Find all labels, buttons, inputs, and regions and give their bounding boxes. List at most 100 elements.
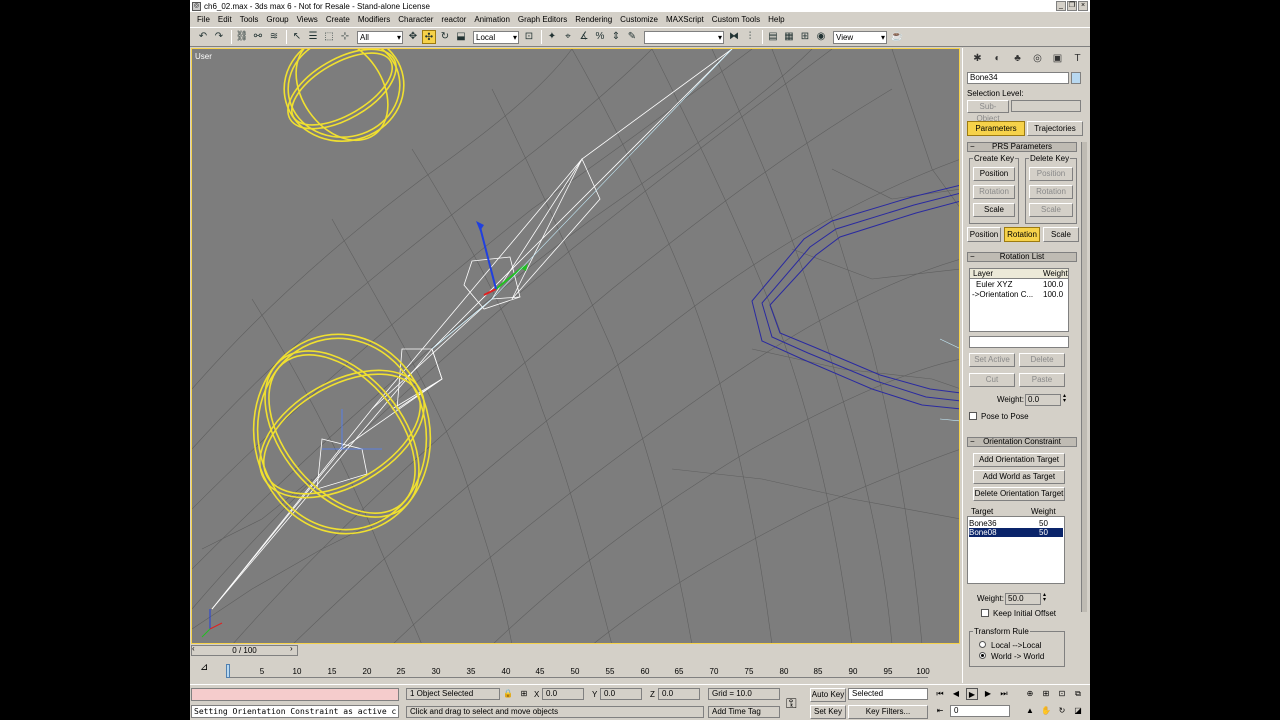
maxscript-prompt-line[interactable]: Setting Orientation Constraint as active… [191, 705, 399, 718]
command-panel-scrollbar[interactable] [1081, 142, 1087, 612]
percent-snap-icon[interactable]: % [593, 30, 607, 44]
x-coordinate-field[interactable]: 0.0 [542, 688, 584, 700]
restore-button[interactable]: ❐ [1067, 1, 1077, 11]
goto-start-icon[interactable]: ⏮ [934, 688, 946, 700]
menu-character[interactable]: Character [394, 15, 437, 24]
current-frame-field[interactable]: 0 [950, 705, 1010, 717]
object-color-swatch[interactable] [1071, 72, 1081, 84]
parameters-tab-button[interactable]: Parameters [967, 121, 1025, 136]
menu-group[interactable]: Group [262, 15, 292, 24]
auto-key-button[interactable]: Auto Key [810, 688, 846, 702]
selection-filter-dropdown[interactable]: All [357, 30, 403, 44]
menu-file[interactable]: File [193, 15, 214, 24]
slider-prev-icon[interactable]: ‹ [192, 644, 195, 653]
select-manipulate-icon[interactable]: ✦ [545, 30, 559, 44]
rotation-list-box[interactable]: Layer Weight Euler XYZ 100.0 ->Orientati… [969, 268, 1069, 332]
zoom-extents-icon[interactable]: ⊡ [1056, 688, 1068, 700]
current-frame-marker[interactable] [226, 664, 230, 678]
rotation-list-rollout[interactable]: Rotation List [967, 252, 1077, 262]
layer-manager-icon[interactable]: ▤ [766, 30, 780, 44]
named-selection-icon[interactable]: ✎ [625, 30, 639, 44]
next-frame-icon[interactable]: ▶ [982, 688, 994, 700]
menu-help[interactable]: Help [764, 15, 788, 24]
motion-tab-icon[interactable]: ◎ [1029, 51, 1046, 67]
layer-row-name[interactable]: ->Orientation C... [972, 290, 1033, 299]
layer-row-name[interactable]: Euler XYZ [976, 280, 1012, 289]
close-button[interactable]: × [1078, 1, 1088, 11]
position-subpanel-button[interactable]: Position [967, 227, 1001, 242]
add-orientation-target-button[interactable]: Add Orientation Target [973, 453, 1065, 467]
target-row[interactable]: Bone36 50 [969, 519, 1063, 528]
create-rotation-key-button[interactable]: Rotation [973, 185, 1015, 199]
delete-scale-key-button[interactable]: Scale [1029, 203, 1073, 217]
previous-frame-icon[interactable]: ◀ [950, 688, 962, 700]
rotate-icon[interactable]: ↻ [438, 30, 452, 44]
world-world-radio[interactable] [979, 652, 986, 659]
create-tab-icon[interactable]: ✱ [969, 51, 986, 67]
time-slider[interactable]: 0 / 100 [191, 645, 298, 656]
menu-rendering[interactable]: Rendering [571, 15, 616, 24]
delete-rotation-key-button[interactable]: Rotation [1029, 185, 1073, 199]
zoom-extents-all-icon[interactable]: ⧉ [1072, 688, 1084, 700]
align-icon[interactable]: ⫶ [743, 30, 757, 44]
track-bar[interactable]: 0 5 10 15 20 25 30 35 40 45 50 55 60 65 … [226, 664, 930, 678]
layer-name-field[interactable] [969, 336, 1069, 348]
z-coordinate-field[interactable]: 0.0 [658, 688, 700, 700]
layer-weight-field[interactable]: 0.0 [1025, 394, 1061, 406]
create-position-key-button[interactable]: Position [973, 167, 1015, 181]
cut-layer-button[interactable]: Cut [969, 373, 1015, 387]
menu-reactor[interactable]: reactor [437, 15, 470, 24]
menu-create[interactable]: Create [322, 15, 354, 24]
schematic-view-icon[interactable]: ⊞ [798, 30, 812, 44]
menu-maxscript[interactable]: MAXScript [662, 15, 708, 24]
modify-tab-icon[interactable]: ◐ [989, 51, 1006, 67]
maximize-viewport-icon[interactable]: ◪ [1072, 705, 1084, 717]
curve-editor-icon[interactable]: ▦ [782, 30, 796, 44]
render-view-dropdown[interactable]: View [833, 30, 887, 44]
scale-icon[interactable]: ⬓ [454, 30, 468, 44]
add-time-tag-field[interactable]: Add Time Tag [708, 706, 780, 718]
redo-icon[interactable]: ↷ [212, 30, 226, 44]
snap-icon[interactable]: ⌖ [561, 30, 575, 44]
field-of-view-icon[interactable]: ▲ [1024, 705, 1036, 717]
layer-weight-spinner-icon[interactable]: ▴ ▾ [1061, 393, 1068, 406]
target-list-box[interactable]: Bone36 50 Bone08 50 [967, 516, 1065, 584]
play-icon[interactable]: ▶ [966, 688, 978, 700]
selection-lock-icon[interactable]: 🔒 [502, 688, 514, 700]
sub-object-button[interactable]: Sub-Object [967, 100, 1009, 123]
select-object-icon[interactable]: ↖ [290, 30, 304, 44]
select-and-move-icon[interactable]: ✥ [406, 30, 420, 44]
set-key-button[interactable]: Set Key [810, 705, 846, 719]
target-weight-field[interactable]: 50.0 [1005, 593, 1041, 605]
arc-rotate-icon[interactable]: ↻ [1056, 705, 1068, 717]
unlink-icon[interactable]: ⚯ [251, 30, 265, 44]
select-and-link-icon[interactable]: ⛓ [235, 30, 249, 44]
display-tab-icon[interactable]: ▣ [1049, 51, 1066, 67]
maxscript-listener-pink[interactable] [191, 688, 399, 701]
menu-edit[interactable]: Edit [214, 15, 236, 24]
window-crossing-icon[interactable]: ⊹ [338, 30, 352, 44]
set-key-icon[interactable]: ⚿ [786, 695, 797, 712]
user-viewport[interactable]: User [191, 48, 960, 644]
move-icon[interactable]: ✣ [422, 30, 436, 44]
orientation-constraint-rollout[interactable]: Orientation Constraint [967, 437, 1077, 447]
mini-curve-editor-icon[interactable]: ⊿ [200, 662, 208, 673]
prs-parameters-rollout[interactable]: PRS Parameters [967, 142, 1077, 152]
goto-end-icon[interactable]: ⏭ [998, 688, 1010, 700]
undo-icon[interactable]: ↶ [196, 30, 210, 44]
menu-modifiers[interactable]: Modifiers [354, 15, 394, 24]
paste-layer-button[interactable]: Paste [1019, 373, 1065, 387]
utilities-tab-icon[interactable]: T [1069, 51, 1086, 67]
app-icon[interactable]: ◎ [192, 1, 201, 11]
keep-initial-offset-checkbox[interactable] [981, 609, 989, 617]
material-editor-icon[interactable]: ◉ [814, 30, 828, 44]
pan-icon[interactable]: ✋ [1040, 705, 1052, 717]
target-row-selected[interactable]: Bone08 50 [969, 528, 1063, 537]
mirror-icon[interactable]: ⧓ [727, 30, 741, 44]
key-filters-button[interactable]: Key Filters... [848, 705, 928, 719]
set-active-button[interactable]: Set Active [969, 353, 1015, 367]
angle-snap-icon[interactable]: ∡ [577, 30, 591, 44]
delete-position-key-button[interactable]: Position [1029, 167, 1073, 181]
quick-render-icon[interactable]: ☕ [890, 30, 904, 44]
add-world-as-target-button[interactable]: Add World as Target [973, 470, 1065, 484]
